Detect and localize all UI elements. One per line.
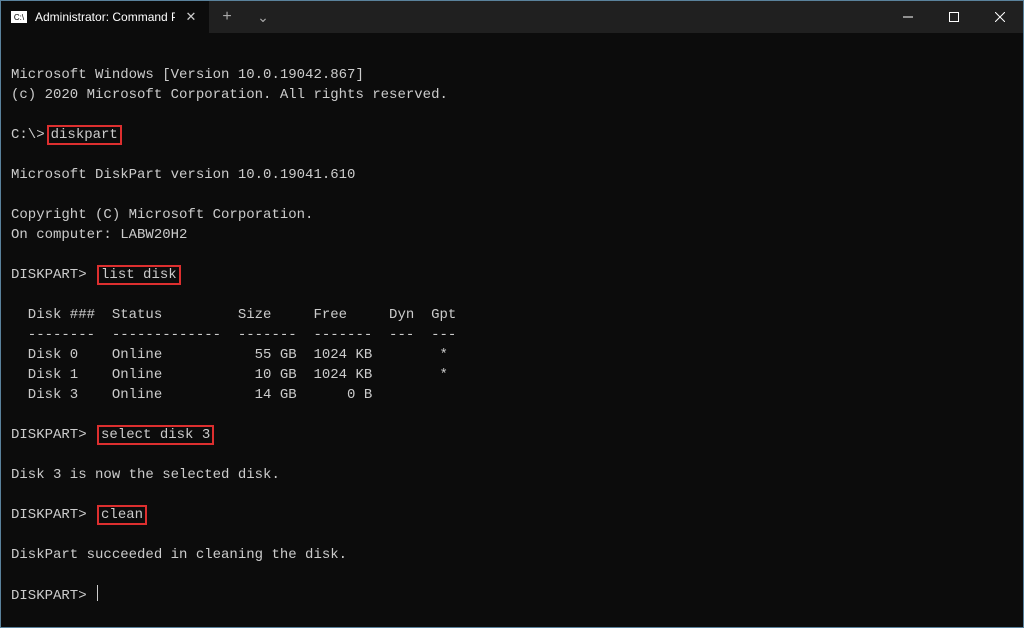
- cmd-diskpart: diskpart: [47, 125, 122, 145]
- titlebar-drag-region[interactable]: [281, 1, 885, 33]
- line-win-version: Microsoft Windows [Version 10.0.19042.86…: [11, 67, 364, 83]
- terminal-window: C:\ Administrator: Command Promp ✕ + ⌄ M…: [0, 0, 1024, 628]
- disk-table-header: Disk ### Status Size Free Dyn Gpt: [11, 307, 456, 323]
- line-dp-computer: On computer: LABW20H2: [11, 227, 187, 243]
- maximize-button[interactable]: [931, 1, 977, 33]
- prompt-dp-3: DISKPART>: [11, 507, 87, 523]
- close-button[interactable]: [977, 1, 1023, 33]
- line-win-copyright: (c) 2020 Microsoft Corporation. All righ…: [11, 87, 448, 103]
- tab-title: Administrator: Command Promp: [35, 10, 175, 24]
- disk-table-row: Disk 0 Online 55 GB 1024 KB *: [11, 347, 448, 363]
- msg-selected: Disk 3 is now the selected disk.: [11, 467, 280, 483]
- cursor: [97, 585, 98, 601]
- msg-cleaned: DiskPart succeeded in cleaning the disk.: [11, 547, 347, 563]
- terminal-output[interactable]: Microsoft Windows [Version 10.0.19042.86…: [1, 33, 1023, 618]
- new-tab-button[interactable]: +: [209, 1, 245, 33]
- line-dp-version: Microsoft DiskPart version 10.0.19041.61…: [11, 167, 355, 183]
- disk-table-divider: -------- ------------- ------- ------- -…: [11, 327, 456, 343]
- tab-cmd[interactable]: C:\ Administrator: Command Promp ✕: [1, 1, 209, 33]
- line-dp-copyright: Copyright (C) Microsoft Corporation.: [11, 207, 313, 223]
- cmd-list-disk: list disk: [97, 265, 181, 285]
- cmd-clean: clean: [97, 505, 147, 525]
- prompt-dp-1: DISKPART>: [11, 267, 87, 283]
- prompt-c: C:\>: [11, 127, 45, 143]
- minimize-button[interactable]: [885, 1, 931, 33]
- disk-table-row: Disk 3 Online 14 GB 0 B: [11, 387, 372, 403]
- cmd-icon: C:\: [11, 11, 27, 23]
- prompt-dp-4: DISKPART>: [11, 588, 87, 604]
- prompt-dp-2: DISKPART>: [11, 427, 87, 443]
- tab-close-button[interactable]: ✕: [183, 9, 199, 25]
- tab-dropdown-button[interactable]: ⌄: [245, 1, 281, 33]
- window-controls: [885, 1, 1023, 33]
- close-icon: [995, 12, 1005, 22]
- maximize-icon: [949, 12, 959, 22]
- cmd-select-disk: select disk 3: [97, 425, 214, 445]
- disk-table-row: Disk 1 Online 10 GB 1024 KB *: [11, 367, 448, 383]
- titlebar[interactable]: C:\ Administrator: Command Promp ✕ + ⌄: [1, 1, 1023, 33]
- minimize-icon: [903, 12, 913, 22]
